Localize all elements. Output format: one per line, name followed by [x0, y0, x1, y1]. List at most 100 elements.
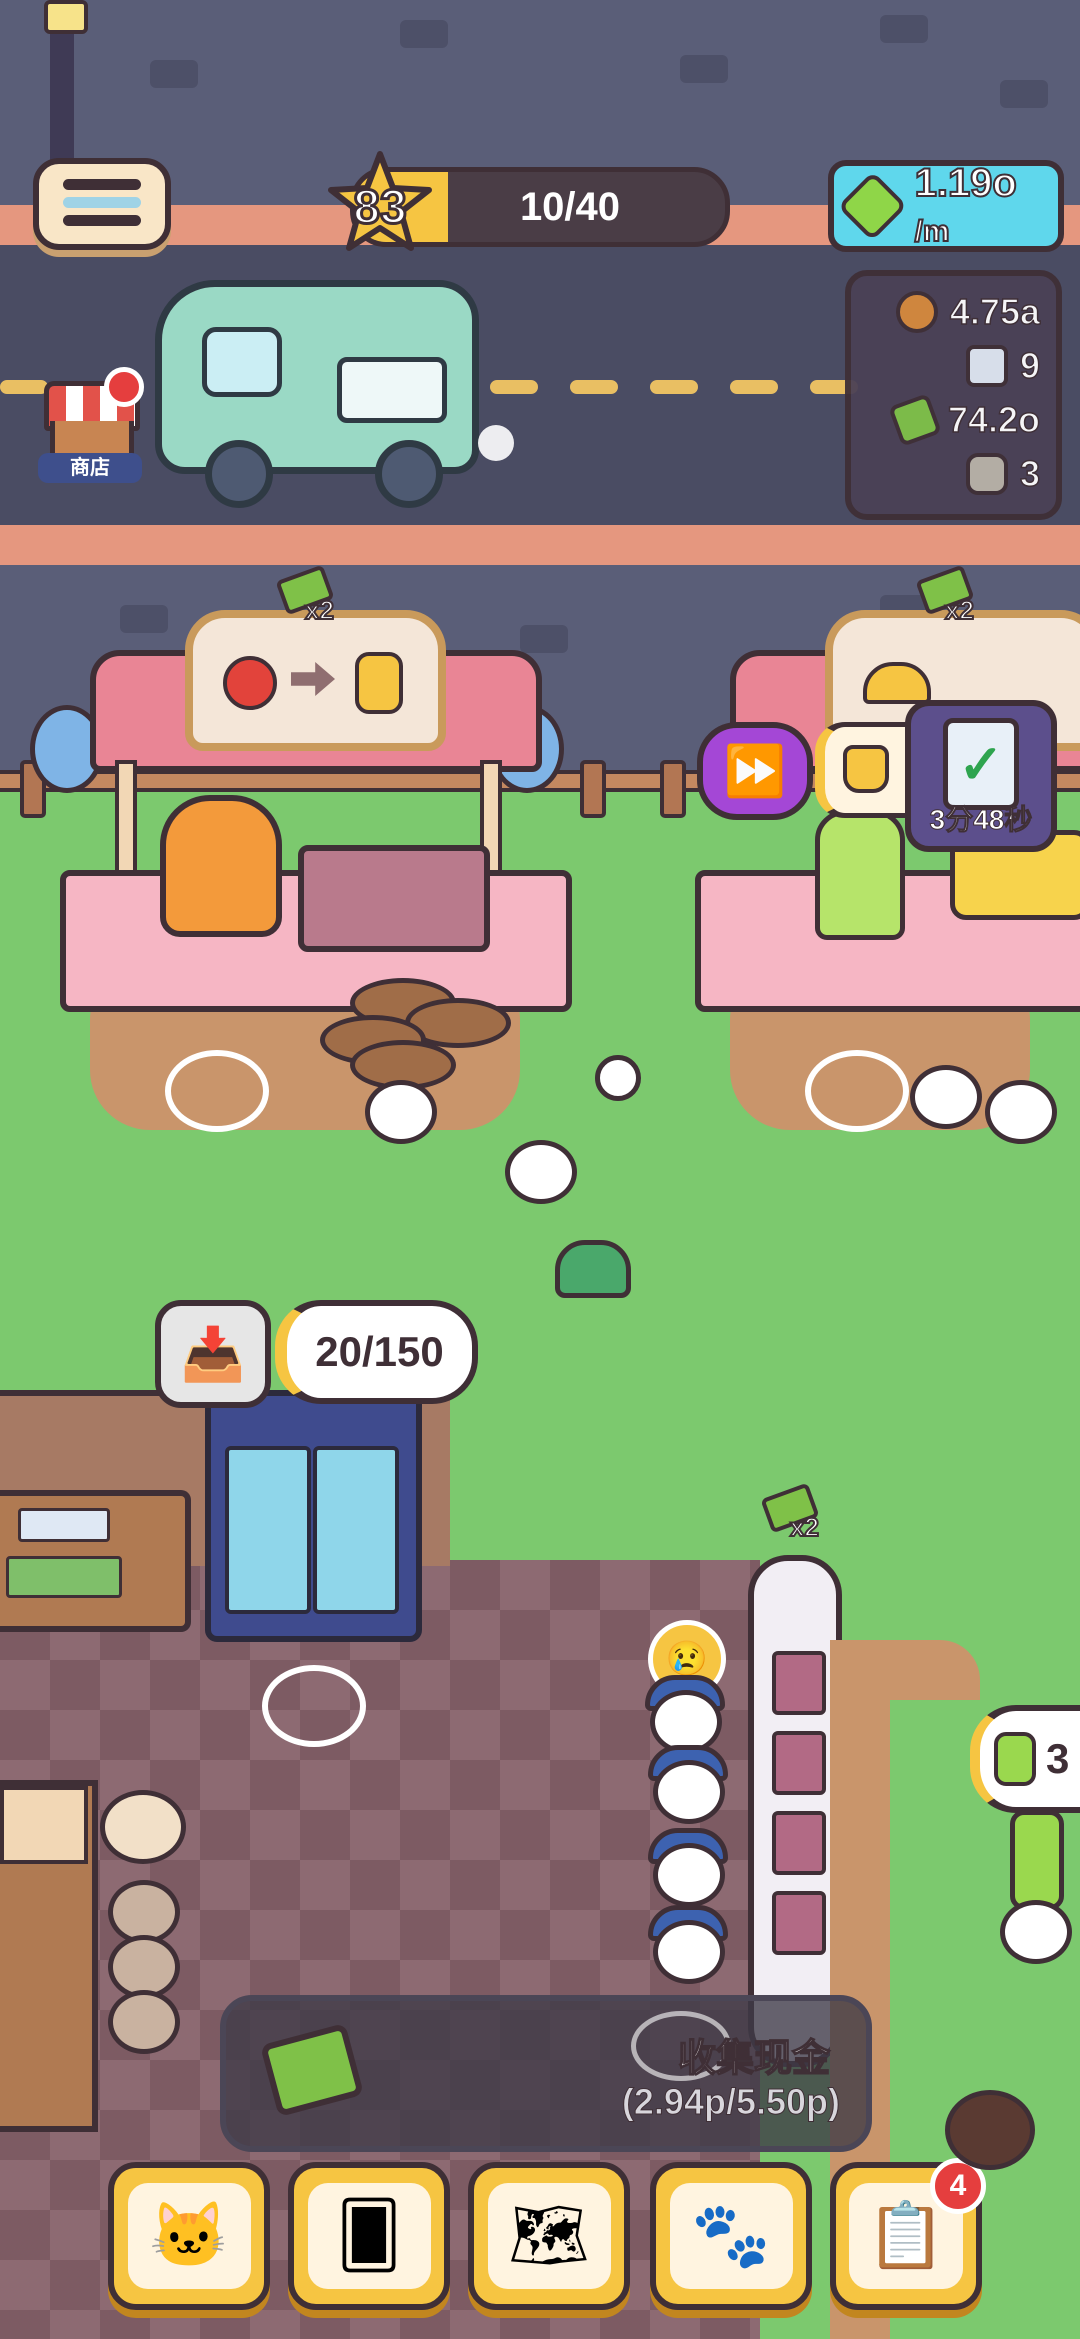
cash-icon — [888, 393, 942, 447]
cards-nav-button[interactable]: 🂠 — [288, 2162, 450, 2310]
exhaust-puff — [478, 425, 514, 461]
delivery-van[interactable] — [145, 280, 479, 508]
belt-multiplier: x2 — [789, 1511, 820, 1543]
queue-customer — [653, 1920, 725, 1984]
stand-multiplier: x2 — [304, 594, 335, 626]
customer-cat — [595, 1055, 641, 1101]
cash-stack-icon — [259, 2022, 365, 2118]
storage-capacity-text: 20/150 — [315, 1328, 444, 1375]
cardboard-box — [0, 1786, 88, 1864]
fence-post — [660, 760, 686, 818]
gem-currency-icon — [837, 171, 908, 241]
apple-icon — [223, 656, 277, 710]
cash-amount: 74.2o — [947, 398, 1041, 441]
juice-bottle-icon — [355, 652, 403, 714]
income-rate-unit: /m — [914, 214, 951, 249]
fridge-door — [313, 1446, 399, 1614]
customer-cat — [365, 1080, 437, 1144]
workbench — [0, 1490, 191, 1632]
download-tray-icon: 📥 — [180, 1325, 246, 1384]
hamburger-icon-line — [63, 215, 141, 226]
van-window — [202, 327, 282, 397]
storage-download-button[interactable]: 📥 — [155, 1300, 271, 1408]
customer-cat — [505, 1140, 577, 1204]
blueprint — [18, 1508, 110, 1542]
menu-button[interactable] — [33, 158, 171, 250]
juice-dispenser — [815, 810, 905, 940]
product-crate — [772, 1891, 826, 1955]
map-nav-button[interactable]: 🗺 — [468, 2162, 630, 2310]
upgrade-timer-text: 3分48秒 — [929, 804, 1033, 836]
arrow-right-icon — [291, 662, 335, 696]
bottom-navigation: 🐱 🂠 🗺 🐾 📋 — [0, 2160, 1080, 2339]
map-icon: 🗺 — [487, 2182, 611, 2290]
staff-nav-button[interactable]: 🐱 — [108, 2162, 270, 2310]
hamburger-icon-line — [63, 197, 141, 208]
cookie-icon — [895, 291, 938, 333]
banana-icon — [863, 662, 931, 704]
shop-label: 商店 — [38, 453, 142, 483]
collect-cash-panel[interactable]: 收集现金 (2.94p/5.50p) — [220, 1995, 872, 2152]
lemon-juice-icon — [843, 745, 889, 793]
van-body — [155, 280, 479, 474]
cookie-amount: 4.75a — [949, 290, 1041, 333]
counter-display — [298, 845, 490, 952]
lane-marking — [650, 380, 698, 394]
lane-marking — [570, 380, 618, 394]
product-crate — [772, 1651, 826, 1715]
juicer-machine — [160, 795, 282, 937]
income-rate-badge[interactable]: 1.19o /m — [828, 160, 1064, 252]
resource-row: 74.2o — [888, 393, 1041, 447]
lane-marking — [730, 380, 778, 394]
stone-amount: 3 — [1019, 452, 1041, 495]
shop-button[interactable]: 商店 — [38, 367, 144, 483]
worker-cat — [910, 1065, 982, 1129]
level-number: 83 — [352, 180, 408, 236]
street-lamp-light — [44, 0, 88, 34]
product-crate — [772, 1731, 826, 1795]
dirt-path — [860, 1640, 980, 1700]
van-wheel — [205, 440, 273, 508]
cashier-cat — [100, 1790, 186, 1864]
lane-marking — [490, 380, 538, 394]
juice-stock-tag: 3 — [970, 1705, 1080, 1813]
fast-forward-button[interactable]: ⏩ — [697, 722, 813, 820]
cards-icon: 🂠 — [307, 2182, 431, 2290]
drop-spot-circle[interactable] — [262, 1665, 366, 1747]
clipboard-check-icon: ✓ — [943, 718, 1019, 810]
level-star-icon: 83 — [325, 148, 435, 258]
bottle-stack — [1010, 1810, 1064, 1910]
juice-stock-count: 3 — [1046, 1735, 1070, 1782]
resource-row: 3 — [965, 448, 1041, 500]
product-shelf[interactable] — [748, 1555, 842, 2067]
drop-spot-circle[interactable] — [165, 1050, 269, 1132]
worker-cat — [985, 1080, 1057, 1144]
queue-customer — [653, 1760, 725, 1824]
product-crate — [772, 1811, 826, 1875]
worker-cat — [1000, 1900, 1072, 1964]
drop-spot-circle[interactable] — [805, 1050, 909, 1132]
drinks-fridge[interactable] — [205, 1390, 422, 1642]
stand-multiplier: x2 — [944, 594, 975, 626]
juice-stand-sign — [185, 610, 446, 751]
queue-customer — [108, 1990, 180, 2054]
hero-cat-sunglasses — [945, 2090, 1035, 2170]
storage-capacity-badge: 20/150 — [275, 1300, 478, 1404]
notification-dot — [104, 367, 144, 407]
gem-amount: 9 — [1019, 344, 1041, 387]
cashier-counter — [0, 1780, 98, 2132]
collect-cash-title: 收集现金 — [677, 2037, 831, 2081]
hamburger-icon — [63, 179, 141, 190]
fast-forward-icon: ⏩ — [723, 742, 787, 799]
stone-icon — [965, 453, 1008, 495]
sidewalk — [0, 525, 1080, 565]
resources-panel: 4.75a 9 74.2o 3 — [845, 270, 1062, 520]
fence-post — [580, 760, 606, 818]
van-window — [337, 357, 447, 423]
resource-row: 9 — [965, 340, 1041, 392]
team-nav-button[interactable]: 🐾 — [650, 2162, 812, 2310]
juice-bottle-icon — [994, 1732, 1036, 1786]
chef-cat-icon: 🐱 — [127, 2182, 251, 2290]
income-rate-value: 1.19o — [914, 160, 1018, 206]
upgrade-timer-badge[interactable]: ✓ 3分48秒 — [905, 700, 1057, 852]
